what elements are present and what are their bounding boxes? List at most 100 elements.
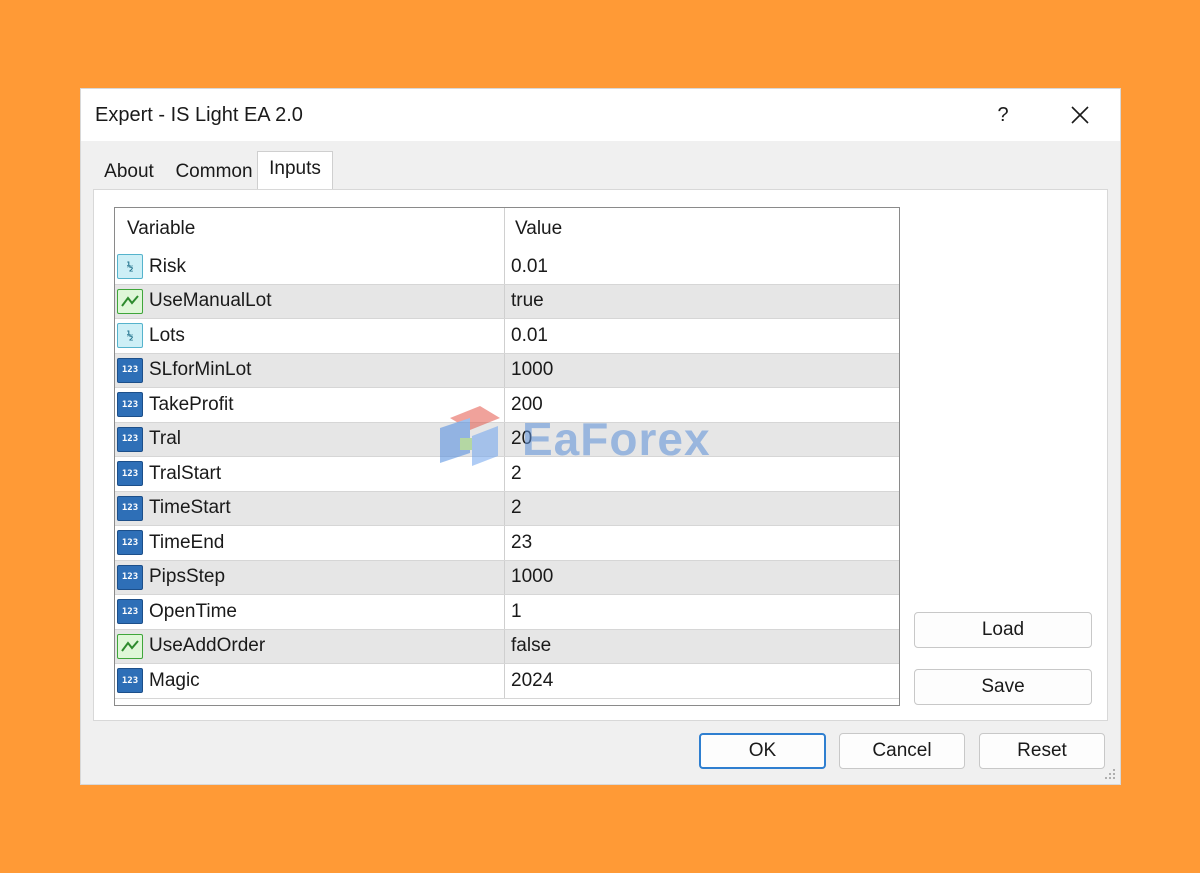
variable-cell[interactable]: 123 TimeStart [117,492,503,526]
header-variable[interactable]: Variable [127,208,195,250]
int-type-icon: 123 [117,461,143,487]
table-row[interactable]: 123 TralStart 2 [115,457,899,492]
variable-name: Magic [149,669,200,691]
double-type-icon: ½ [117,254,143,280]
tab-about[interactable]: About [93,157,165,187]
variable-cell[interactable]: UseAddOrder [117,630,503,664]
help-button[interactable]: ? [981,97,1025,133]
table-row[interactable]: 123 OpenTime 1 [115,595,899,630]
table-row[interactable]: 123 TimeEnd 23 [115,526,899,561]
int-type-icon: 123 [117,357,143,383]
int-type-icon: 123 [117,495,143,521]
variable-name: Risk [149,255,186,277]
title-bar[interactable]: Expert - IS Light EA 2.0 ? [81,89,1120,141]
double-type-icon: ½ [117,323,143,349]
grid-header: Variable Value [115,208,899,250]
value-cell[interactable]: 1000 [511,354,891,388]
value-cell[interactable]: 2024 [511,664,891,698]
variable-name: TimeStart [149,497,231,519]
table-row[interactable]: 123 TimeStart 2 [115,491,899,526]
table-row[interactable]: UseManualLot true [115,284,899,319]
variable-name: SLforMinLot [149,359,252,381]
expert-properties-dialog: Expert - IS Light EA 2.0 ? About Common … [80,88,1121,785]
cell-divider [504,319,505,353]
value-cell[interactable]: 200 [511,388,891,422]
int-type-icon: 123 [117,392,143,418]
window-title: Expert - IS Light EA 2.0 [95,104,303,126]
value-cell[interactable]: true [511,285,891,319]
table-row[interactable]: 123 PipsStep 1000 [115,560,899,595]
int-type-icon: 123 [117,599,143,625]
cell-divider [504,629,505,663]
load-button[interactable]: Load [914,612,1092,648]
variable-cell[interactable]: 123 Magic [117,664,503,698]
value-cell[interactable]: 20 [511,423,891,457]
inputs-panel: Variable Value ½ Risk 0.01 UseManualLot true… [93,189,1108,721]
value-cell[interactable]: 0.01 [511,319,891,353]
header-value[interactable]: Value [515,208,562,250]
tab-common[interactable]: Common [171,157,257,187]
table-row[interactable]: ½ Lots 0.01 [115,319,899,354]
cell-divider [504,388,505,422]
table-row[interactable]: UseAddOrder false [115,629,899,664]
value-cell[interactable]: false [511,630,891,664]
close-icon [1071,106,1089,124]
bool-type-icon [117,633,143,659]
cell-divider [504,560,505,594]
variable-cell[interactable]: 123 TimeEnd [117,526,503,560]
variable-name: TralStart [149,462,222,484]
cell-divider [504,457,505,491]
value-cell[interactable]: 23 [511,526,891,560]
ok-button[interactable]: OK [699,733,826,769]
table-row[interactable]: ½ Risk 0.01 [115,250,899,285]
tab-inputs[interactable]: Inputs [257,151,333,189]
value-cell[interactable]: 0.01 [511,250,891,284]
variable-name: Lots [149,324,185,346]
cell-divider [504,491,505,525]
inputs-grid[interactable]: Variable Value ½ Risk 0.01 UseManualLot true… [114,207,900,706]
int-type-icon: 123 [117,668,143,694]
variable-name: TakeProfit [149,393,234,415]
int-type-icon: 123 [117,426,143,452]
value-cell[interactable]: 1000 [511,561,891,595]
resize-grip-icon[interactable] [1102,766,1116,780]
table-row[interactable]: 123 Tral 20 [115,422,899,457]
variable-name: PipsStep [149,566,226,588]
variable-name: Tral [149,428,182,450]
variable-cell[interactable]: 123 TakeProfit [117,388,503,422]
table-row[interactable]: 123 Magic 2024 [115,664,899,699]
cell-divider [504,284,505,318]
int-type-icon: 123 [117,530,143,556]
cell-divider [504,664,505,698]
variable-cell[interactable]: 123 SLforMinLot [117,354,503,388]
cell-divider [504,595,505,629]
variable-cell[interactable]: ½ Lots [117,319,503,353]
tab-strip: About Common Inputs [93,151,393,189]
cell-divider [504,353,505,387]
cell-divider [504,526,505,560]
variable-name: UseManualLot [149,290,272,312]
table-row[interactable]: 123 TakeProfit 200 [115,388,899,423]
value-cell[interactable]: 2 [511,492,891,526]
variable-name: UseAddOrder [149,635,266,657]
variable-cell[interactable]: 123 Tral [117,423,503,457]
variable-cell[interactable]: UseManualLot [117,285,503,319]
variable-name: OpenTime [149,600,237,622]
cell-divider [504,422,505,456]
value-cell[interactable]: 2 [511,457,891,491]
variable-cell[interactable]: 123 TralStart [117,457,503,491]
value-cell[interactable]: 1 [511,595,891,629]
int-type-icon: 123 [117,564,143,590]
reset-button[interactable]: Reset [979,733,1105,769]
bool-type-icon [117,288,143,314]
variable-cell[interactable]: 123 OpenTime [117,595,503,629]
save-button[interactable]: Save [914,669,1092,705]
cell-divider [504,250,505,284]
column-divider[interactable] [504,208,505,250]
variable-name: TimeEnd [149,531,225,553]
variable-cell[interactable]: ½ Risk [117,250,503,284]
variable-cell[interactable]: 123 PipsStep [117,561,503,595]
cancel-button[interactable]: Cancel [839,733,965,769]
close-button[interactable] [1056,97,1104,133]
table-row[interactable]: 123 SLforMinLot 1000 [115,353,899,388]
